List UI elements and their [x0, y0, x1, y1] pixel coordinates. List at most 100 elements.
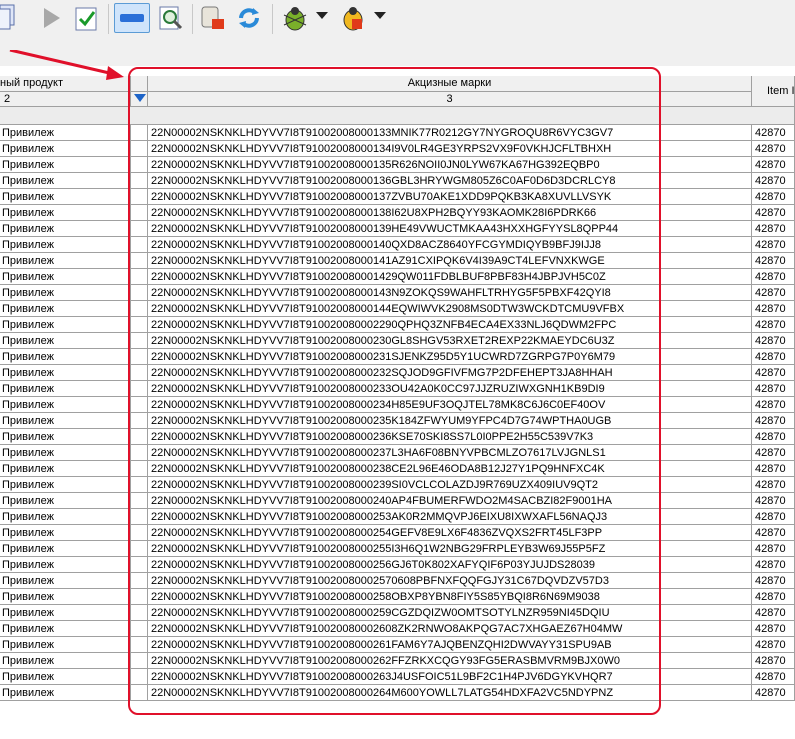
bug-green-icon[interactable] — [280, 3, 310, 33]
product-cell[interactable]: Привилеж — [0, 461, 131, 477]
filter-cell[interactable] — [131, 413, 148, 429]
item-cell[interactable]: 42870 — [752, 637, 795, 653]
filter-cell[interactable] — [131, 589, 148, 605]
filter-cell[interactable] — [131, 605, 148, 621]
product-cell[interactable]: Привилеж — [0, 669, 131, 685]
filter-cell[interactable] — [131, 189, 148, 205]
product-cell[interactable]: Привилеж — [0, 141, 131, 157]
item-cell[interactable]: 42870 — [752, 205, 795, 221]
mark-cell[interactable]: 22N00002NSKNKLHDYVV7I8T910020080001429QW… — [148, 269, 752, 285]
item-cell[interactable]: 42870 — [752, 381, 795, 397]
filter-cell[interactable] — [131, 557, 148, 573]
filter-cell[interactable] — [131, 637, 148, 653]
product-cell[interactable]: Привилеж — [0, 605, 131, 621]
product-cell[interactable]: Привилеж — [0, 573, 131, 589]
filter-cell[interactable] — [131, 429, 148, 445]
product-cell[interactable]: Привилеж — [0, 525, 131, 541]
mark-cell[interactable]: 22N00002NSKNKLHDYVV7I8T91002008000255I3H… — [148, 541, 752, 557]
mark-cell[interactable]: 22N00002NSKNKLHDYVV7I8T91002008000141AZ9… — [148, 253, 752, 269]
item-cell[interactable]: 42870 — [752, 221, 795, 237]
mark-cell[interactable]: 22N00002NSKNKLHDYVV7I8T91002008000259CGZ… — [148, 605, 752, 621]
mark-cell[interactable]: 22N00002NSKNKLHDYVV7I8T91002008000240AP4… — [148, 493, 752, 509]
mark-cell[interactable]: 22N00002NSKNKLHDYVV7I8T910020080002608ZK… — [148, 621, 752, 637]
filter-cell[interactable] — [131, 125, 148, 141]
item-cell[interactable]: 42870 — [752, 509, 795, 525]
item-cell[interactable]: 42870 — [752, 237, 795, 253]
item-cell[interactable]: 42870 — [752, 365, 795, 381]
product-cell[interactable]: Привилеж — [0, 653, 131, 669]
mark-cell[interactable]: 22N00002NSKNKLHDYVV7I8T91002008000143N9Z… — [148, 285, 752, 301]
item-cell[interactable]: 42870 — [752, 157, 795, 173]
item-cell[interactable]: 42870 — [752, 253, 795, 269]
mark-cell[interactable]: 22N00002NSKNKLHDYVV7I8T91002008000140QXD… — [148, 237, 752, 253]
minus-icon[interactable] — [114, 3, 150, 33]
mark-cell[interactable]: 22N00002NSKNKLHDYVV7I8T91002008000231SJE… — [148, 349, 752, 365]
filter-cell[interactable] — [131, 253, 148, 269]
item-cell[interactable]: 42870 — [752, 589, 795, 605]
filter-icon[interactable] — [134, 94, 146, 102]
mark-cell[interactable]: 22N00002NSKNKLHDYVV7I8T91002008000139HE4… — [148, 221, 752, 237]
filter-cell[interactable] — [131, 381, 148, 397]
product-cell[interactable]: Привилеж — [0, 205, 131, 221]
mark-cell[interactable]: 22N00002NSKNKLHDYVV7I8T91002008000234H85… — [148, 397, 752, 413]
bug-green-dropdown-icon[interactable] — [316, 12, 328, 19]
product-cell[interactable]: Привилеж — [0, 381, 131, 397]
filter-cell[interactable] — [131, 653, 148, 669]
mark-cell[interactable]: 22N00002NSKNKLHDYVV7I8T91002008000263J4U… — [148, 669, 752, 685]
mark-cell[interactable]: 22N00002NSKNKLHDYVV7I8T91002008000232SQJ… — [148, 365, 752, 381]
scroll-print-icon[interactable] — [198, 3, 228, 33]
mark-cell[interactable]: 22N00002NSKNKLHDYVV7I8T91002008000230GL8… — [148, 333, 752, 349]
mark-cell[interactable]: 22N00002NSKNKLHDYVV7I8T91002008000257060… — [148, 573, 752, 589]
item-cell[interactable]: 42870 — [752, 685, 795, 701]
product-cell[interactable]: Привилеж — [0, 509, 131, 525]
mark-cell[interactable]: 22N00002NSKNKLHDYVV7I8T91002008000261FAM… — [148, 637, 752, 653]
column-header-marks[interactable]: Акцизные марки — [148, 76, 752, 92]
item-cell[interactable]: 42870 — [752, 429, 795, 445]
product-cell[interactable]: Привилеж — [0, 157, 131, 173]
item-cell[interactable]: 42870 — [752, 493, 795, 509]
refresh-icon[interactable] — [234, 3, 264, 33]
mark-cell[interactable]: 22N00002NSKNKLHDYVV7I8T91002008000137ZVB… — [148, 189, 752, 205]
mark-cell[interactable]: 22N00002NSKNKLHDYVV7I8T91002008000233OU4… — [148, 381, 752, 397]
filter-cell[interactable] — [131, 573, 148, 589]
item-cell[interactable]: 42870 — [752, 477, 795, 493]
mark-cell[interactable]: 22N00002NSKNKLHDYVV7I8T91002008000256GJ6… — [148, 557, 752, 573]
mark-cell[interactable]: 22N00002NSKNKLHDYVV7I8T91002008000264M60… — [148, 685, 752, 701]
mark-cell[interactable]: 22N00002NSKNKLHDYVV7I8T91002008000138I62… — [148, 205, 752, 221]
filter-cell[interactable] — [131, 237, 148, 253]
item-cell[interactable]: 42870 — [752, 621, 795, 637]
filter-cell[interactable] — [131, 173, 148, 189]
filter-cell[interactable] — [131, 461, 148, 477]
item-cell[interactable]: 42870 — [752, 445, 795, 461]
filter-cell[interactable] — [131, 541, 148, 557]
product-cell[interactable]: Привилеж — [0, 333, 131, 349]
item-cell[interactable]: 42870 — [752, 397, 795, 413]
mark-cell[interactable]: 22N00002NSKNKLHDYVV7I8T91002008000136GBL… — [148, 173, 752, 189]
product-cell[interactable]: Привилеж — [0, 237, 131, 253]
filter-cell[interactable] — [131, 621, 148, 637]
product-cell[interactable]: Привилеж — [0, 221, 131, 237]
filter-cell[interactable] — [131, 157, 148, 173]
filter-cell[interactable] — [131, 205, 148, 221]
filter-cell[interactable] — [131, 333, 148, 349]
item-cell[interactable]: 42870 — [752, 525, 795, 541]
column-header-item[interactable]: Item II — [752, 76, 795, 107]
filter-cell[interactable] — [131, 445, 148, 461]
product-cell[interactable]: Привилеж — [0, 285, 131, 301]
item-cell[interactable]: 42870 — [752, 141, 795, 157]
mark-cell[interactable]: 22N00002NSKNKLHDYVV7I8T91002008000254GEF… — [148, 525, 752, 541]
item-cell[interactable]: 42870 — [752, 349, 795, 365]
item-cell[interactable]: 42870 — [752, 301, 795, 317]
product-cell[interactable]: Привилеж — [0, 493, 131, 509]
mark-cell[interactable]: 22N00002NSKNKLHDYVV7I8T91002008000236KSE… — [148, 429, 752, 445]
product-cell[interactable]: Привилеж — [0, 429, 131, 445]
filter-cell[interactable] — [131, 509, 148, 525]
product-cell[interactable]: Привилеж — [0, 589, 131, 605]
item-cell[interactable]: 42870 — [752, 669, 795, 685]
product-cell[interactable]: Привилеж — [0, 541, 131, 557]
check-icon[interactable] — [72, 3, 102, 33]
zoom-icon[interactable] — [156, 3, 186, 33]
item-cell[interactable]: 42870 — [752, 269, 795, 285]
product-cell[interactable]: Привилеж — [0, 397, 131, 413]
filter-cell[interactable] — [131, 493, 148, 509]
